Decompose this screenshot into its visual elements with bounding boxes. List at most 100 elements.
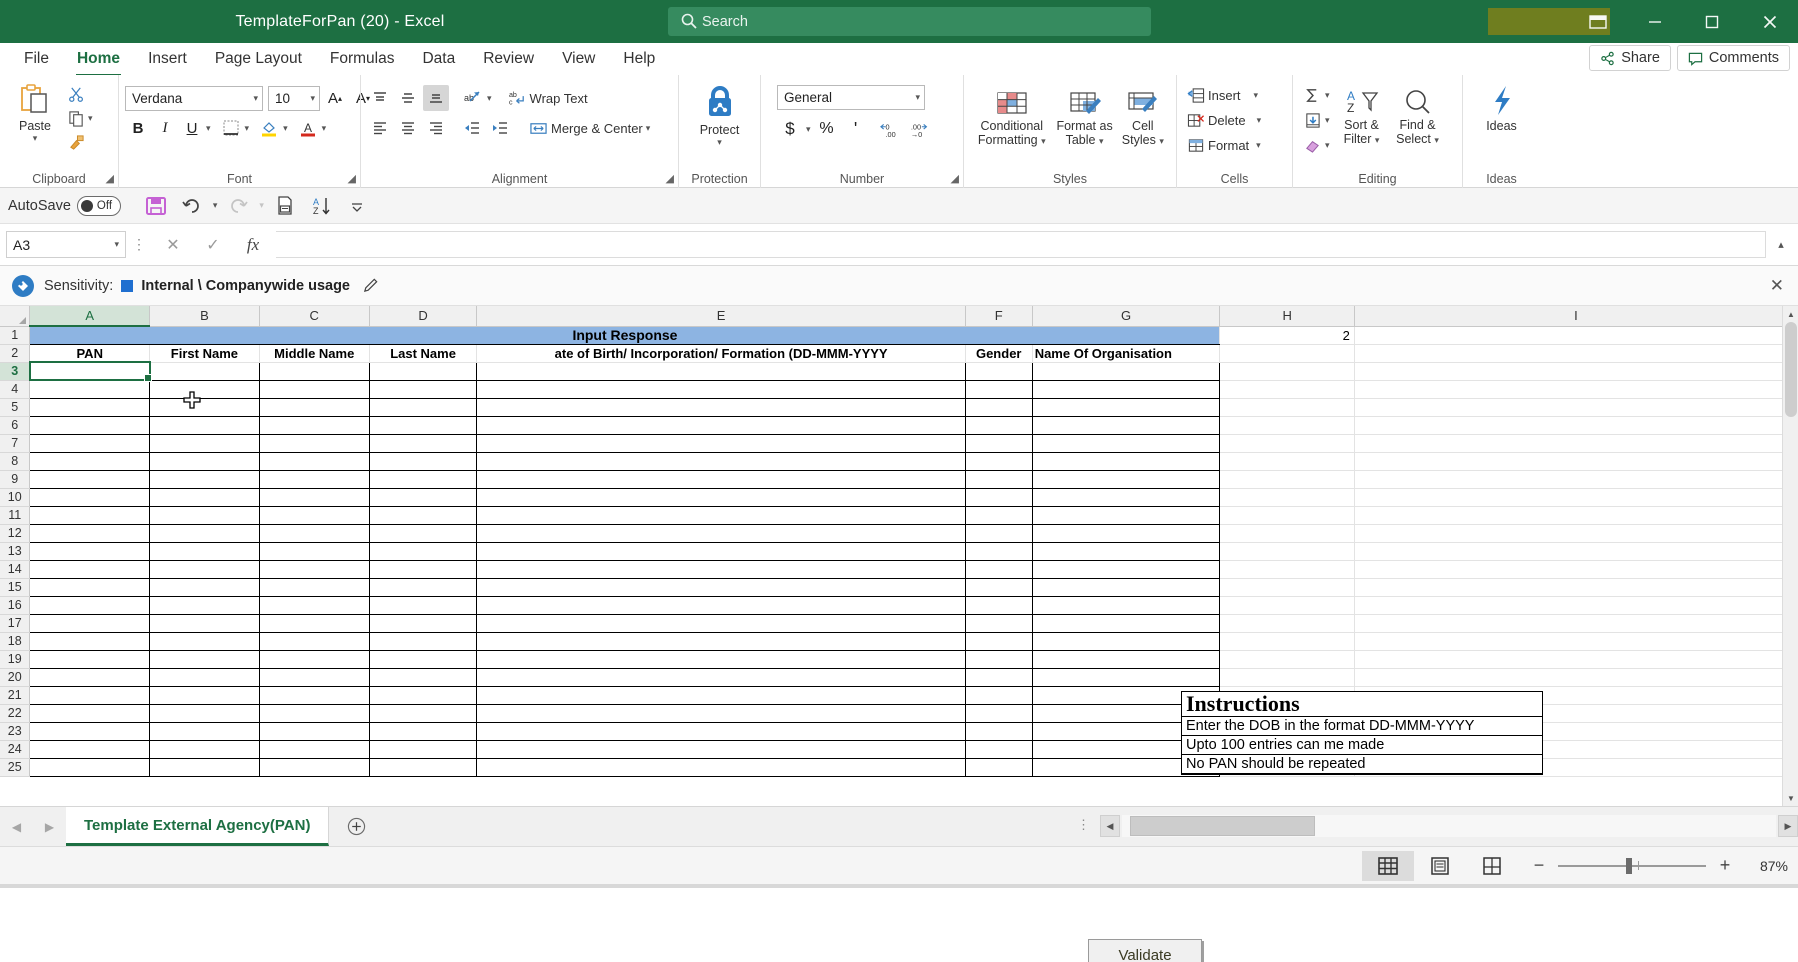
cell-B22[interactable] (150, 704, 260, 722)
sort-ascending-button[interactable]: A Z (306, 192, 336, 220)
cell-E21[interactable] (477, 686, 965, 704)
cell-I20[interactable] (1354, 668, 1797, 686)
cell-F25[interactable] (965, 758, 1032, 776)
cell-A4[interactable] (30, 380, 150, 398)
cell-D12[interactable] (369, 524, 477, 542)
sheet-tab-template-external-agency[interactable]: Template External Agency(PAN) (66, 807, 329, 846)
align-top-icon[interactable] (367, 85, 393, 111)
cell-E11[interactable] (477, 506, 965, 524)
delete-cells-button[interactable]: Delete ▾ (1183, 109, 1265, 132)
cell-I11[interactable] (1354, 506, 1797, 524)
autosave-toggle[interactable]: Off (77, 196, 121, 216)
currency-button[interactable]: $ (777, 116, 803, 142)
cell-B25[interactable] (150, 758, 260, 776)
banner-input-response[interactable]: Input Response (30, 326, 1220, 344)
cell-C7[interactable] (259, 434, 369, 452)
cell-C11[interactable] (259, 506, 369, 524)
cancel-icon[interactable]: ✕ (154, 231, 192, 258)
cell-G6[interactable] (1032, 416, 1220, 434)
format-as-table-button[interactable]: Format as Table ▾ (1054, 85, 1116, 148)
cell-B23[interactable] (150, 722, 260, 740)
cell-H9[interactable] (1220, 470, 1354, 488)
scroll-right-icon[interactable]: ▶ (1778, 815, 1798, 837)
cell-A21[interactable] (30, 686, 150, 704)
redo-dropdown-icon[interactable]: ▾ (259, 200, 264, 211)
number-dialog-launcher[interactable]: ◢ (951, 172, 959, 185)
cell-C5[interactable] (259, 398, 369, 416)
clipboard-dialog-launcher[interactable]: ◢ (106, 172, 114, 185)
row-header-3[interactable]: 3 (0, 362, 30, 380)
chevron-down-icon[interactable]: ▾ (206, 123, 211, 134)
zoom-level-label[interactable]: 87% (1744, 858, 1788, 874)
cell-D18[interactable] (369, 632, 477, 650)
cell-B6[interactable] (150, 416, 260, 434)
cell-C4[interactable] (259, 380, 369, 398)
cell-A12[interactable] (30, 524, 150, 542)
add-sheet-icon[interactable] (329, 807, 383, 846)
chevron-down-icon[interactable]: ▾ (88, 113, 93, 124)
cell-E22[interactable] (477, 704, 965, 722)
scroll-down-icon[interactable]: ▼ (1783, 790, 1798, 806)
select-all-corner[interactable] (0, 306, 30, 326)
percent-button[interactable]: % (814, 116, 840, 142)
alignment-dialog-launcher[interactable]: ◢ (666, 172, 674, 185)
cell-C21[interactable] (259, 686, 369, 704)
cell-I18[interactable] (1354, 632, 1797, 650)
cell-B14[interactable] (150, 560, 260, 578)
previous-sheet-icon[interactable]: ◀ (0, 807, 33, 846)
chevron-down-icon[interactable]: ▾ (646, 123, 651, 134)
row-header-1[interactable]: 1 (0, 326, 30, 344)
cell-d2-last-name[interactable]: Last Name (369, 344, 477, 362)
horizontal-scroll-track[interactable] (1122, 815, 1776, 837)
cell-A7[interactable] (30, 434, 150, 452)
cell-F21[interactable] (965, 686, 1032, 704)
cell-C12[interactable] (259, 524, 369, 542)
cell-G11[interactable] (1032, 506, 1220, 524)
cell-E19[interactable] (477, 650, 965, 668)
cell-B11[interactable] (150, 506, 260, 524)
merge-center-button[interactable]: Merge & Center ▾ (525, 117, 654, 140)
cell-F3[interactable] (965, 362, 1032, 380)
search-box[interactable]: Search (668, 7, 1151, 36)
row-header-9[interactable]: 9 (0, 470, 30, 488)
zoom-slider-knob[interactable] (1626, 858, 1632, 874)
cell-I3[interactable] (1354, 362, 1797, 380)
cell-D7[interactable] (369, 434, 477, 452)
copy-button[interactable]: ▾ (64, 107, 97, 130)
cell-I8[interactable] (1354, 452, 1797, 470)
cell-C15[interactable] (259, 578, 369, 596)
cell-I5[interactable] (1354, 398, 1797, 416)
next-sheet-icon[interactable]: ▶ (33, 807, 66, 846)
cell-D5[interactable] (369, 398, 477, 416)
font-color-button[interactable]: A (295, 115, 321, 141)
cell-H15[interactable] (1220, 578, 1354, 596)
fill-button[interactable]: ▾ (1299, 109, 1334, 132)
align-left-icon[interactable] (367, 115, 393, 141)
cell-A5[interactable] (30, 398, 150, 416)
vertical-scroll-thumb[interactable] (1785, 322, 1797, 417)
cell-I14[interactable] (1354, 560, 1797, 578)
cell-G13[interactable] (1032, 542, 1220, 560)
cell-H18[interactable] (1220, 632, 1354, 650)
cell-F7[interactable] (965, 434, 1032, 452)
decrease-indent-icon[interactable] (459, 115, 485, 141)
cell-D4[interactable] (369, 380, 477, 398)
cell-G15[interactable] (1032, 578, 1220, 596)
maximize-icon[interactable] (1683, 0, 1740, 43)
chevron-down-icon[interactable]: ▾ (245, 123, 250, 134)
cell-F23[interactable] (965, 722, 1032, 740)
row-header-16[interactable]: 16 (0, 596, 30, 614)
cell-E6[interactable] (477, 416, 965, 434)
cell-c2-middle-name[interactable]: Middle Name (259, 344, 369, 362)
cell-B7[interactable] (150, 434, 260, 452)
cell-f2-gender[interactable]: Gender (965, 344, 1032, 362)
scroll-up-icon[interactable]: ▲ (1783, 306, 1798, 322)
column-header-i[interactable]: I (1354, 306, 1797, 326)
align-middle-icon[interactable] (395, 85, 421, 111)
cell-H11[interactable] (1220, 506, 1354, 524)
cell-H10[interactable] (1220, 488, 1354, 506)
column-header-d[interactable]: D (369, 306, 477, 326)
chevron-down-icon[interactable]: ▾ (1325, 90, 1330, 101)
cell-B8[interactable] (150, 452, 260, 470)
cell-B12[interactable] (150, 524, 260, 542)
